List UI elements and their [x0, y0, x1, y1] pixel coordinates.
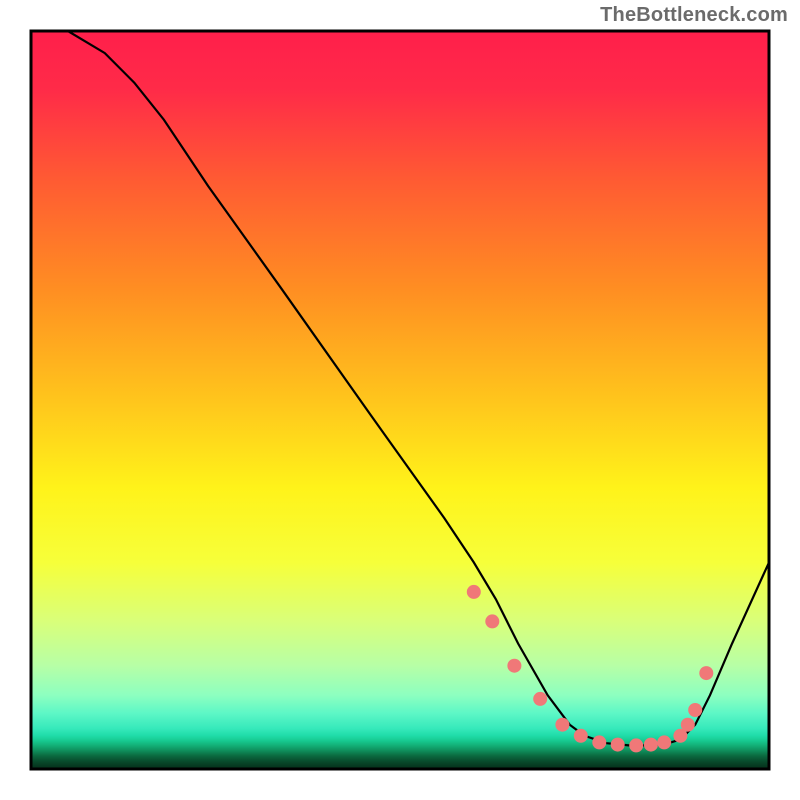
marker-dot — [592, 735, 606, 749]
marker-dot — [485, 614, 499, 628]
marker-dot — [699, 666, 713, 680]
marker-dot — [644, 738, 658, 752]
marker-dot — [555, 718, 569, 732]
marker-dot — [574, 729, 588, 743]
marker-dot — [611, 738, 625, 752]
marker-dot — [657, 735, 671, 749]
bottleneck-chart — [0, 0, 800, 800]
marker-dot — [629, 738, 643, 752]
marker-dot — [533, 692, 547, 706]
marker-dot — [688, 703, 702, 717]
marker-dot — [507, 659, 521, 673]
marker-dot — [467, 585, 481, 599]
chart-frame: TheBottleneck.com — [0, 0, 800, 800]
watermark-text: TheBottleneck.com — [600, 4, 788, 27]
gradient-background — [31, 31, 769, 769]
marker-dot — [681, 718, 695, 732]
